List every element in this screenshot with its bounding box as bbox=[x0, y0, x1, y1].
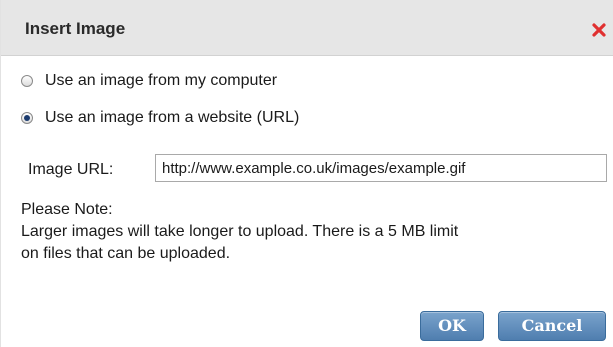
dialog-title: Insert Image bbox=[25, 19, 126, 38]
radio-from-url[interactable] bbox=[21, 112, 33, 124]
option-from-url-label: Use an image from a website (URL) bbox=[45, 109, 300, 126]
image-url-input[interactable] bbox=[155, 154, 607, 182]
note-line-1: Larger images will take longer to upload… bbox=[21, 223, 459, 240]
image-url-label: Image URL: bbox=[28, 161, 114, 178]
close-icon[interactable] bbox=[591, 22, 607, 38]
insert-image-dialog: Insert Image Use an image from my comput… bbox=[0, 0, 613, 347]
option-from-url[interactable]: Use an image from a website (URL) bbox=[21, 107, 299, 129]
note-heading: Please Note: bbox=[21, 201, 113, 218]
cancel-button[interactable]: Cancel bbox=[498, 311, 606, 341]
option-from-computer[interactable]: Use an image from my computer bbox=[21, 70, 277, 92]
dialog-titlebar: Insert Image bbox=[1, 0, 613, 56]
option-from-computer-label: Use an image from my computer bbox=[45, 72, 278, 89]
ok-button[interactable]: OK bbox=[420, 311, 484, 341]
note-line-2: on files that can be uploaded. bbox=[21, 245, 231, 262]
radio-from-computer[interactable] bbox=[21, 75, 33, 87]
upload-note: Please Note: Larger images will take lon… bbox=[21, 199, 611, 265]
